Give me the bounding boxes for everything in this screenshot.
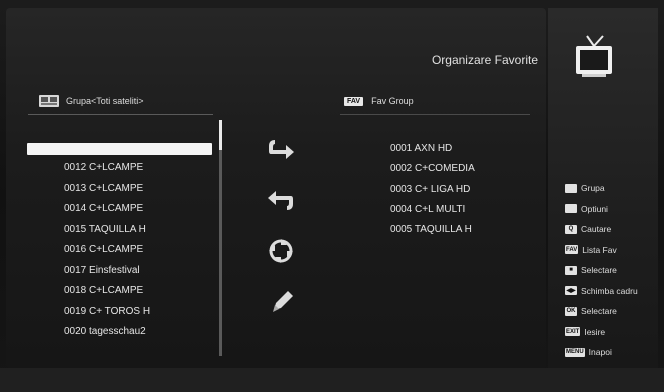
- bottom-strip: [0, 368, 664, 392]
- key-legend: Grupa Optiuni Q Cautare FAV Lista Fav ■ …: [565, 178, 638, 363]
- satellite-group-icon: [39, 95, 59, 107]
- channel-item[interactable]: 0015 TAQUILLA H: [64, 224, 150, 245]
- screen: Organizare Favorite Grupa<Toti sateliti>…: [0, 0, 664, 392]
- tv-icon: [576, 35, 612, 77]
- legend-selectare: ■ Selectare: [565, 260, 638, 281]
- left-right-key-icon: ◀▶: [565, 286, 577, 296]
- channel-item[interactable]: 0013 C+LCAMPE: [64, 183, 150, 204]
- fav-group-header[interactable]: FAV Fav Group: [344, 96, 414, 106]
- fav-list-item[interactable]: 0001 AXN HD: [390, 143, 475, 163]
- legend-label: Selectare: [581, 306, 617, 317]
- channel-list: 0012 C+LCAMPE 0013 C+LCAMPE 0014 C+LCAMP…: [64, 162, 150, 347]
- legend-cautare: Q Cautare: [565, 219, 638, 240]
- fav-channel-list: 0001 AXN HD 0002 C+COMEDIA 0003 C+ LIGA …: [390, 143, 475, 244]
- legend-label: Selectare: [581, 265, 617, 276]
- fav-key-icon: FAV: [565, 245, 579, 255]
- channel-item[interactable]: 0014 C+LCAMPE: [64, 203, 150, 224]
- red-key-icon: [565, 183, 577, 193]
- legend-label: Grupa: [581, 183, 605, 194]
- arrow-right-icon[interactable]: [266, 136, 296, 162]
- pencil-icon[interactable]: [268, 288, 298, 314]
- channel-item[interactable]: 0012 C+LCAMPE: [64, 162, 150, 183]
- fav-list-item[interactable]: 0002 C+COMEDIA: [390, 163, 475, 183]
- legend-schimba-cadru: ◀▶ Schimba cadru: [565, 281, 638, 302]
- channel-item[interactable]: 0019 C+ TOROS H: [64, 306, 150, 327]
- group-selector[interactable]: Grupa<Toti sateliti>: [38, 94, 144, 108]
- green-key-icon: [565, 204, 577, 214]
- channel-item[interactable]: 0020 tagesschau2: [64, 326, 150, 347]
- fav-list-item[interactable]: 0005 TAQUILLA H: [390, 224, 475, 244]
- menu-key-icon: MENU: [565, 347, 585, 357]
- fav-list-item[interactable]: 0004 C+L MULTI: [390, 204, 475, 224]
- legend-iesire: EXIT Iesire: [565, 322, 638, 343]
- legend-label: Optiuni: [581, 203, 608, 214]
- fav-list-item[interactable]: 0003 C+ LIGA HD: [390, 184, 475, 204]
- selected-channel-row[interactable]: [27, 143, 212, 155]
- channel-item[interactable]: 0016 C+LCAMPE: [64, 244, 150, 265]
- legend-ok-selectare: OK Selectare: [565, 301, 638, 322]
- stop-key-icon: ■: [565, 265, 577, 275]
- legend-optiuni: Optiuni: [565, 199, 638, 220]
- arrow-left-icon[interactable]: [266, 188, 296, 214]
- legend-lista-fav: FAV Lista Fav: [565, 240, 638, 261]
- legend-label: Lista Fav: [582, 244, 617, 255]
- channel-item[interactable]: 0017 Einsfestival: [64, 265, 150, 286]
- group-label: Grupa<Toti sateliti>: [66, 96, 144, 106]
- fav-badge: FAV: [344, 96, 364, 106]
- legend-label: Cautare: [581, 224, 612, 235]
- legend-grupa: Grupa: [565, 178, 638, 199]
- scrollbar-thumb[interactable]: [219, 120, 222, 150]
- left-header-underline: [28, 114, 213, 115]
- ok-key-icon: OK: [565, 306, 577, 316]
- fav-header-underline: [340, 114, 530, 115]
- legend-label: Iesire: [584, 326, 606, 337]
- page-title: Organizare Favorite: [431, 53, 538, 67]
- search-key-icon: Q: [565, 224, 577, 234]
- legend-label: Inapoi: [588, 347, 612, 358]
- channel-list-scrollbar[interactable]: [219, 120, 222, 356]
- legend-inapoi: MENU Inapoi: [565, 342, 638, 363]
- legend-label: Schimba cadru: [581, 285, 638, 296]
- channel-item[interactable]: 0018 C+LCAMPE: [64, 285, 150, 306]
- move-icon[interactable]: [266, 238, 296, 264]
- fav-group-label: Fav Group: [371, 96, 414, 106]
- exit-key-icon: EXIT: [565, 327, 581, 337]
